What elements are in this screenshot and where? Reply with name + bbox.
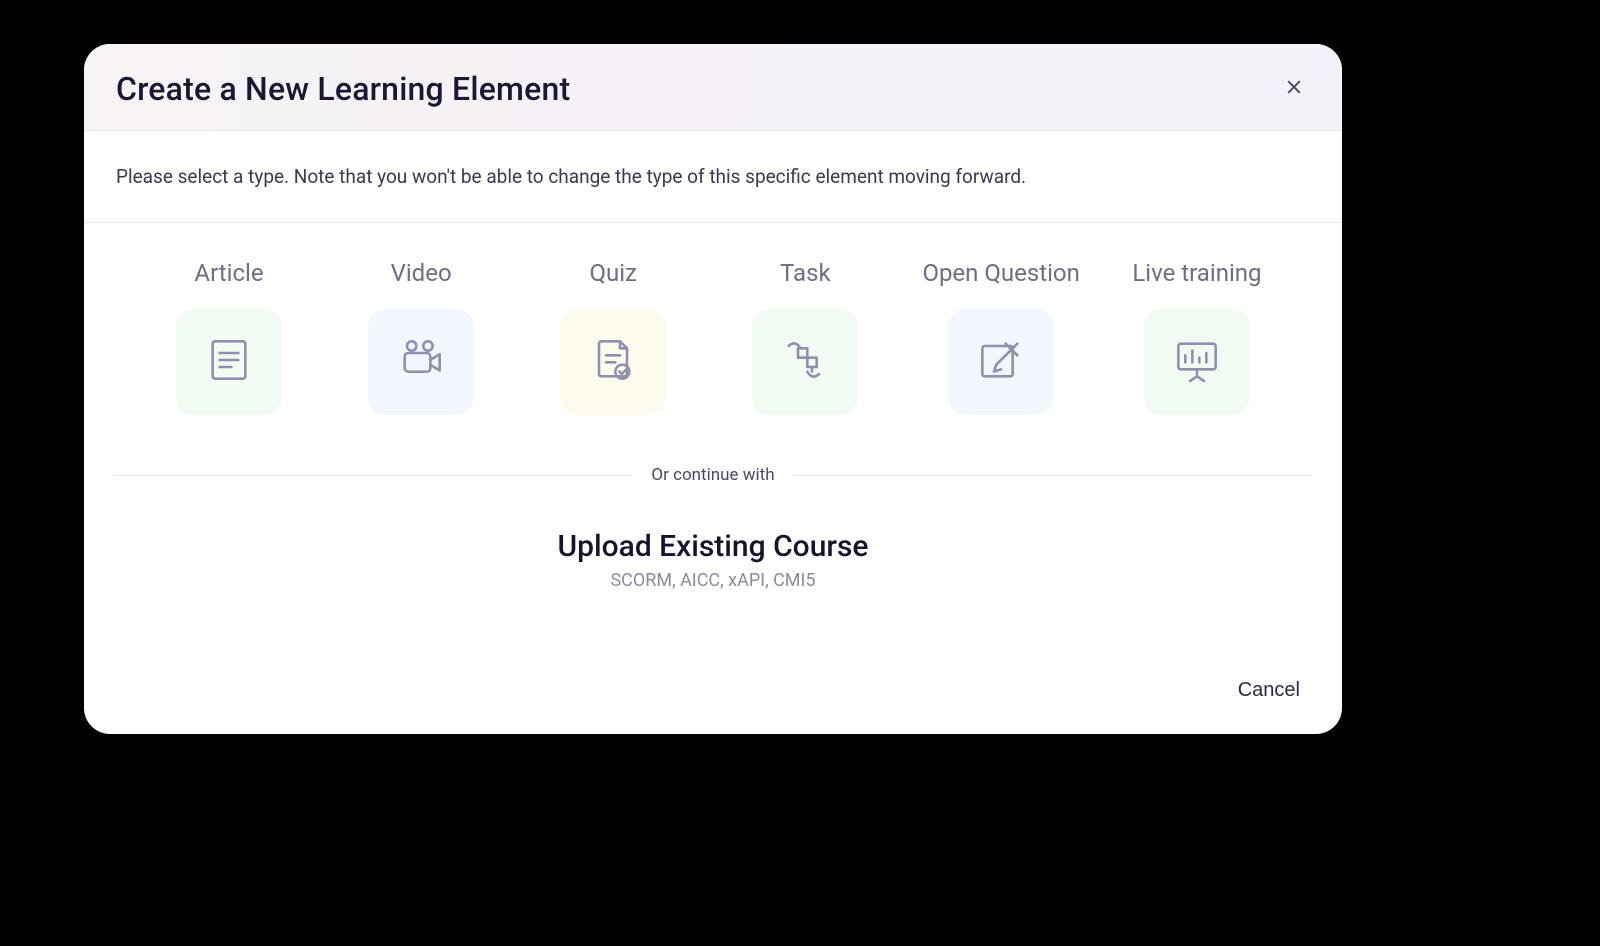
type-label: Video — [391, 259, 452, 287]
type-label: Task — [780, 259, 831, 287]
close-button[interactable] — [1278, 73, 1310, 105]
upload-title: Upload Existing Course — [114, 529, 1312, 564]
type-tile — [368, 309, 474, 415]
type-option-article[interactable]: Article — [154, 259, 304, 415]
quiz-icon — [585, 332, 641, 392]
upload-subtitle: SCORM, AICC, xAPI, CMI5 — [114, 570, 1312, 591]
upload-existing-course[interactable]: Upload Existing Course SCORM, AICC, xAPI… — [114, 493, 1312, 601]
video-icon — [393, 332, 449, 392]
live-training-icon — [1169, 332, 1225, 392]
type-label: Open Question — [922, 259, 1079, 287]
modal-header: Create a New Learning Element — [84, 44, 1342, 131]
type-tile — [560, 309, 666, 415]
type-label: Article — [194, 259, 263, 287]
type-option-task[interactable]: Task — [730, 259, 880, 415]
modal-body: Please select a type. Note that you won'… — [84, 131, 1342, 601]
type-tile — [752, 309, 858, 415]
type-option-quiz[interactable]: Quiz — [538, 259, 688, 415]
article-icon — [201, 332, 257, 392]
type-option-open-question[interactable]: Open Question — [922, 259, 1079, 415]
type-tile — [1144, 309, 1250, 415]
type-tile — [176, 309, 282, 415]
close-icon — [1284, 77, 1304, 101]
or-continue-divider: Or continue with — [114, 457, 1312, 493]
type-label: Quiz — [589, 259, 636, 287]
type-option-live-training[interactable]: Live training — [1122, 259, 1272, 415]
instruction-text: Please select a type. Note that you won'… — [116, 165, 1312, 188]
or-continue-label: Or continue with — [633, 465, 792, 485]
modal-title: Create a New Learning Element — [116, 70, 570, 108]
open-question-icon — [973, 332, 1029, 392]
modal-footer: Cancel — [1230, 673, 1308, 708]
type-options-row: Article Video — [114, 223, 1312, 457]
type-option-video[interactable]: Video — [346, 259, 496, 415]
type-tile — [948, 309, 1054, 415]
type-label: Live training — [1132, 259, 1261, 287]
cancel-button[interactable]: Cancel — [1230, 673, 1308, 708]
task-icon — [777, 332, 833, 392]
create-learning-element-modal: Create a New Learning Element Please sel… — [84, 44, 1342, 734]
